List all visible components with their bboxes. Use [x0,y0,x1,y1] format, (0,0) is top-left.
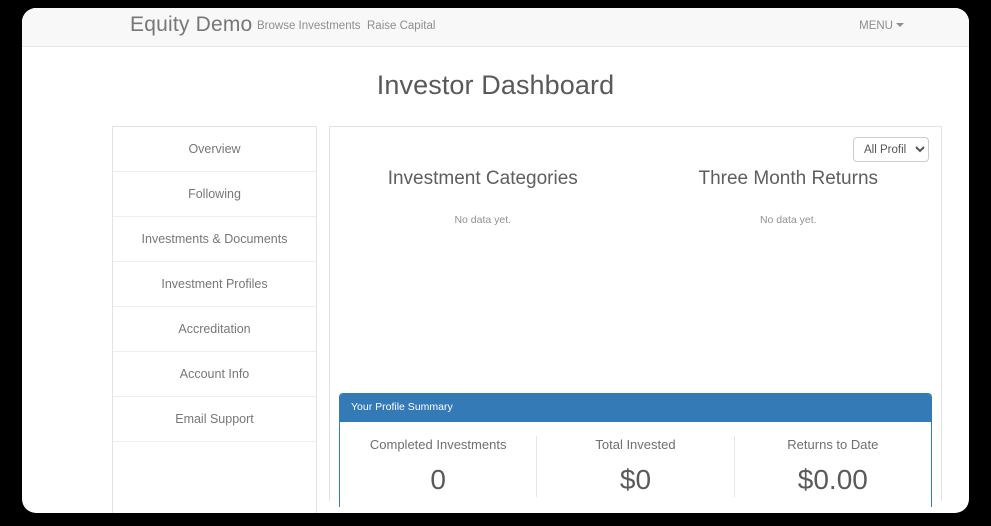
sidebar-item-email-support[interactable]: Email Support [113,397,316,442]
main-panel: All Profiles Investment Categories No da… [329,126,942,507]
profile-summary-panel: Your Profile Summary Completed Investmen… [339,393,932,507]
sidebar-filler [113,442,316,513]
sidebar-item-overview[interactable]: Overview [113,127,316,172]
stat-value-total-invested: $0 [619,464,652,495]
sidebar-item-following[interactable]: Following [113,172,316,217]
stat-label-completed-investments: Completed Investments [369,437,507,452]
nav-link-raise-capital[interactable]: Raise Capital [367,19,435,33]
menu-dropdown-toggle[interactable]: MENU [859,19,904,33]
browser-viewport: Equity Demo Browse Investments Raise Cap… [22,8,969,513]
chart-three-month-returns: Three Month Returns No data yet. [636,168,942,379]
navbar-inner: Equity Demo Browse Investments Raise Cap… [22,8,969,46]
stat-completed-investments: Completed Investments 0 [340,436,536,497]
stat-value-returns-to-date: $0.00 [797,464,868,495]
chart-canvas-investment-categories: No data yet. [330,214,636,379]
chevron-down-icon [896,23,904,27]
stat-total-invested: Total Invested $0 [536,436,733,497]
chart-title-investment-categories: Investment Categories [387,168,578,189]
filter-bar: All Profiles [330,127,941,162]
profile-summary-heading: Your Profile Summary [340,394,931,422]
sidebar-nav: Overview Following Investments & Documen… [112,126,317,513]
chart-investment-categories: Investment Categories No data yet. [330,168,636,379]
dashboard-content: Overview Following Investments & Documen… [22,126,969,513]
charts-row: Investment Categories No data yet. Three… [330,168,941,379]
sidebar-item-investments-documents[interactable]: Investments & Documents [113,217,316,262]
device-bezel: Equity Demo Browse Investments Raise Cap… [0,0,991,526]
chart-canvas-three-month-returns: No data yet. [636,214,942,379]
menu-label: MENU [859,20,893,32]
brand-logo[interactable]: Equity Demo [130,11,252,39]
page-title: Investor Dashboard [376,70,615,100]
sidebar-item-accreditation[interactable]: Accreditation [113,307,316,352]
stat-label-total-invested: Total Invested [595,437,676,452]
stat-returns-to-date: Returns to Date $0.00 [733,436,931,497]
profile-filter-select[interactable]: All Profiles [853,137,929,162]
chart-empty-investment-categories: No data yet. [454,214,512,226]
stat-label-returns-to-date: Returns to Date [787,437,879,452]
top-navbar: Equity Demo Browse Investments Raise Cap… [22,8,969,47]
chart-title-three-month-returns: Three Month Returns [698,168,879,189]
chart-empty-three-month-returns: No data yet. [759,214,817,226]
stat-value-completed-investments: 0 [430,464,446,495]
profile-summary-body: Completed Investments 0 Total Invested $… [340,422,931,507]
nav-link-browse-investments[interactable]: Browse Investments [257,19,361,33]
sidebar-item-investment-profiles[interactable]: Investment Profiles [113,262,316,307]
sidebar-item-account-info[interactable]: Account Info [113,352,316,397]
